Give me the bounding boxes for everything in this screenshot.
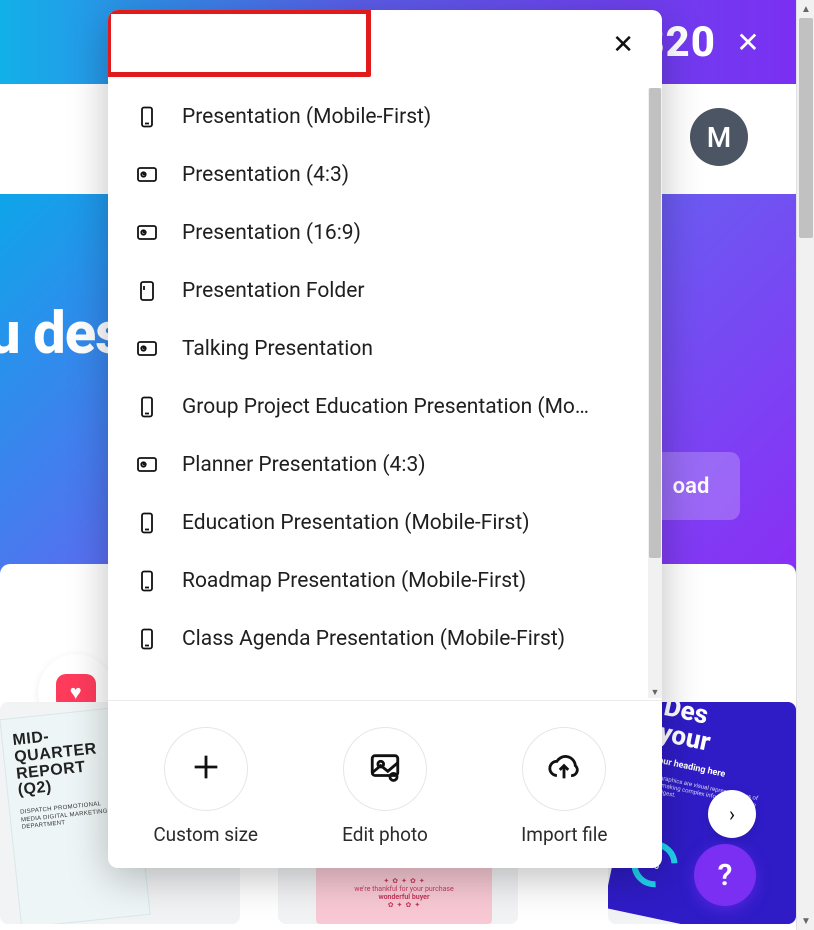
scrollbar-down-arrow[interactable]: ▼	[797, 912, 814, 930]
search-icon	[130, 29, 156, 62]
promo-close-button[interactable]: ✕	[730, 24, 766, 60]
edit-photo-label: Edit photo	[342, 823, 428, 846]
presentation-icon	[134, 220, 160, 246]
suggestion-item[interactable]: Presentation (4:3)	[108, 146, 648, 204]
search-input[interactable]	[174, 31, 588, 60]
edit-photo-button[interactable]: Edit photo	[300, 727, 470, 846]
avatar[interactable]: M	[690, 108, 748, 166]
page-scrollbar[interactable]: ▲ ▼	[796, 0, 814, 930]
presentation-icon	[134, 452, 160, 478]
suggestion-label: Presentation (4:3)	[182, 163, 622, 187]
suggestion-label: Planner Presentation (4:3)	[182, 453, 622, 477]
mobile-icon	[134, 394, 160, 420]
suggestions-scrollbar[interactable]: ▼	[648, 88, 662, 698]
presentation-icon	[134, 336, 160, 362]
suggestion-item[interactable]: Presentation Folder	[108, 262, 648, 320]
scrollbar-thumb[interactable]	[799, 18, 813, 238]
pink-card-preview: ✦✿✦✿✦ we're thankful for your purchase w…	[316, 862, 492, 924]
carousel-next-button[interactable]: ›	[708, 790, 756, 838]
mobile-icon	[134, 510, 160, 536]
mobile-icon	[134, 568, 160, 594]
suggestion-label: Education Presentation (Mobile-First)	[182, 511, 622, 535]
upload-cloud-icon	[547, 750, 581, 788]
chevron-right-icon: ›	[729, 802, 735, 826]
question-icon: ?	[718, 858, 733, 893]
upload-label-fragment: oad	[673, 474, 710, 499]
search-bar: ✕	[108, 10, 662, 80]
search-clear-button[interactable]: ✕	[606, 24, 640, 66]
suggestion-item[interactable]: Presentation (16:9)	[108, 204, 648, 262]
suggestion-item[interactable]: Roadmap Presentation (Mobile-First)	[108, 552, 648, 610]
mobile-icon	[134, 626, 160, 652]
suggestion-label: Talking Presentation	[182, 337, 622, 361]
mobile-icon	[134, 104, 160, 130]
close-icon: ✕	[612, 30, 634, 60]
close-icon: ✕	[736, 26, 759, 59]
suggestion-label: Presentation (16:9)	[182, 221, 622, 245]
suggestion-label: Presentation (Mobile-First)	[182, 105, 622, 129]
scrollbar-up-arrow[interactable]: ▲	[797, 0, 814, 18]
plus-icon	[189, 750, 223, 788]
search-suggestions-list: Presentation (Mobile-First) Presentation …	[108, 88, 648, 704]
search-actions-row: Custom size Edit photo Import file	[108, 700, 662, 868]
suggestion-item[interactable]: Class Agenda Presentation (Mobile-First)	[108, 610, 648, 668]
custom-size-button[interactable]: Custom size	[121, 727, 291, 846]
suggestion-label: Class Agenda Presentation (Mobile-First)	[182, 627, 622, 651]
suggestion-label: Group Project Education Presentation (Mo…	[182, 395, 622, 419]
avatar-initial: M	[707, 121, 732, 154]
suggestion-item[interactable]: Planner Presentation (4:3)	[108, 436, 648, 494]
suggestion-label: Presentation Folder	[182, 279, 622, 303]
suggestion-item[interactable]: Presentation (Mobile-First)	[108, 88, 648, 146]
presentation-icon	[134, 162, 160, 188]
scrollbar-thumb[interactable]	[649, 88, 661, 558]
import-file-button[interactable]: Import file	[479, 727, 649, 846]
photo-icon	[368, 750, 402, 788]
suggestion-label: Roadmap Presentation (Mobile-First)	[182, 569, 622, 593]
suggestion-item[interactable]: Education Presentation (Mobile-First)	[108, 494, 648, 552]
search-dropdown-panel: ✕ Presentation (Mobile-First)Presentatio…	[108, 10, 662, 868]
suggestion-item[interactable]: Group Project Education Presentation (Mo…	[108, 378, 648, 436]
help-button[interactable]: ?	[694, 844, 756, 906]
suggestion-item[interactable]: Talking Presentation	[108, 320, 648, 378]
custom-size-label: Custom size	[153, 823, 258, 846]
scrollbar-down-arrow[interactable]: ▼	[648, 685, 662, 699]
hero-headline-fragment: u des	[0, 300, 124, 368]
folder-icon	[134, 278, 160, 304]
import-file-label: Import file	[521, 823, 607, 846]
